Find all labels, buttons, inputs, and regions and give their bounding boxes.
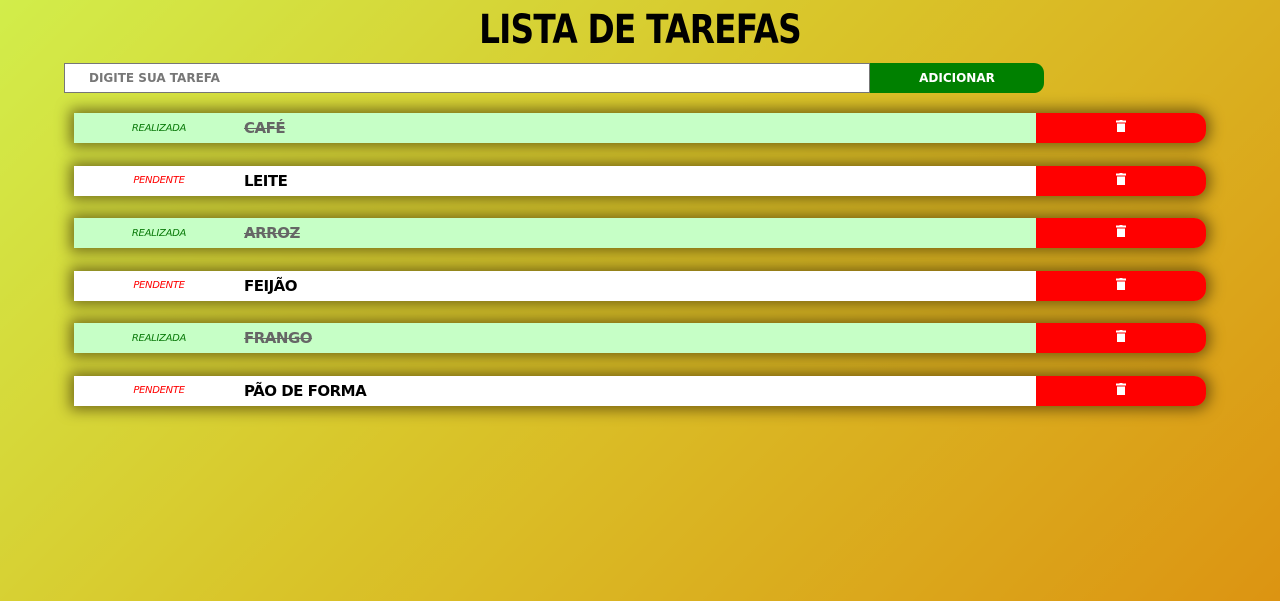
trash-icon xyxy=(1116,330,1126,343)
task-row: Realizada Arroz xyxy=(74,218,1206,249)
task-toggle[interactable]: Realizada Frango xyxy=(74,323,1036,354)
add-task-form: Adicionar xyxy=(64,63,1044,93)
trash-icon xyxy=(1116,382,1126,395)
delete-task-button[interactable] xyxy=(1036,113,1206,143)
task-name: Leite xyxy=(244,171,288,190)
task-toggle[interactable]: Pendente Feijão xyxy=(74,270,1036,301)
delete-task-button[interactable] xyxy=(1036,323,1206,354)
task-status: Pendente xyxy=(133,175,185,187)
trash-icon xyxy=(1116,172,1126,185)
task-status: Realizada xyxy=(131,332,187,344)
delete-task-button[interactable] xyxy=(1036,375,1206,406)
trash-icon xyxy=(1116,120,1126,132)
task-status: Pendente xyxy=(133,280,185,292)
delete-task-button[interactable] xyxy=(1036,270,1206,301)
task-toggle[interactable]: Realizada Arroz xyxy=(74,218,1036,249)
task-name: Arroz xyxy=(244,224,300,243)
task-list: Realizada Café Pendente Leite Realizada xyxy=(74,113,1206,429)
task-input[interactable] xyxy=(64,63,870,93)
task-toggle[interactable]: Realizada Café xyxy=(74,113,1036,143)
task-status: Pendente xyxy=(133,385,185,397)
task-row: Pendente Leite xyxy=(74,165,1206,196)
task-status: Realizada xyxy=(131,227,187,239)
add-task-button[interactable]: Adicionar xyxy=(870,63,1044,93)
task-toggle[interactable]: Pendente Leite xyxy=(74,165,1036,196)
task-row: Realizada Café xyxy=(74,113,1206,143)
task-status: Realizada xyxy=(131,122,187,134)
task-row: Pendente Pão de Forma xyxy=(74,375,1206,406)
trash-icon xyxy=(1116,225,1126,238)
trash-icon xyxy=(1116,277,1126,290)
task-name: Feijão xyxy=(244,276,298,295)
task-row: Realizada Frango xyxy=(74,323,1206,354)
task-name: Café xyxy=(244,119,286,137)
task-toggle[interactable]: Pendente Pão de Forma xyxy=(74,375,1036,406)
page-title: Lista de Tarefas xyxy=(479,7,802,53)
delete-task-button[interactable] xyxy=(1036,218,1206,249)
task-name: Pão de Forma xyxy=(244,381,367,400)
delete-task-button[interactable] xyxy=(1036,165,1206,196)
task-row: Pendente Feijão xyxy=(74,270,1206,301)
task-name: Frango xyxy=(244,329,313,348)
